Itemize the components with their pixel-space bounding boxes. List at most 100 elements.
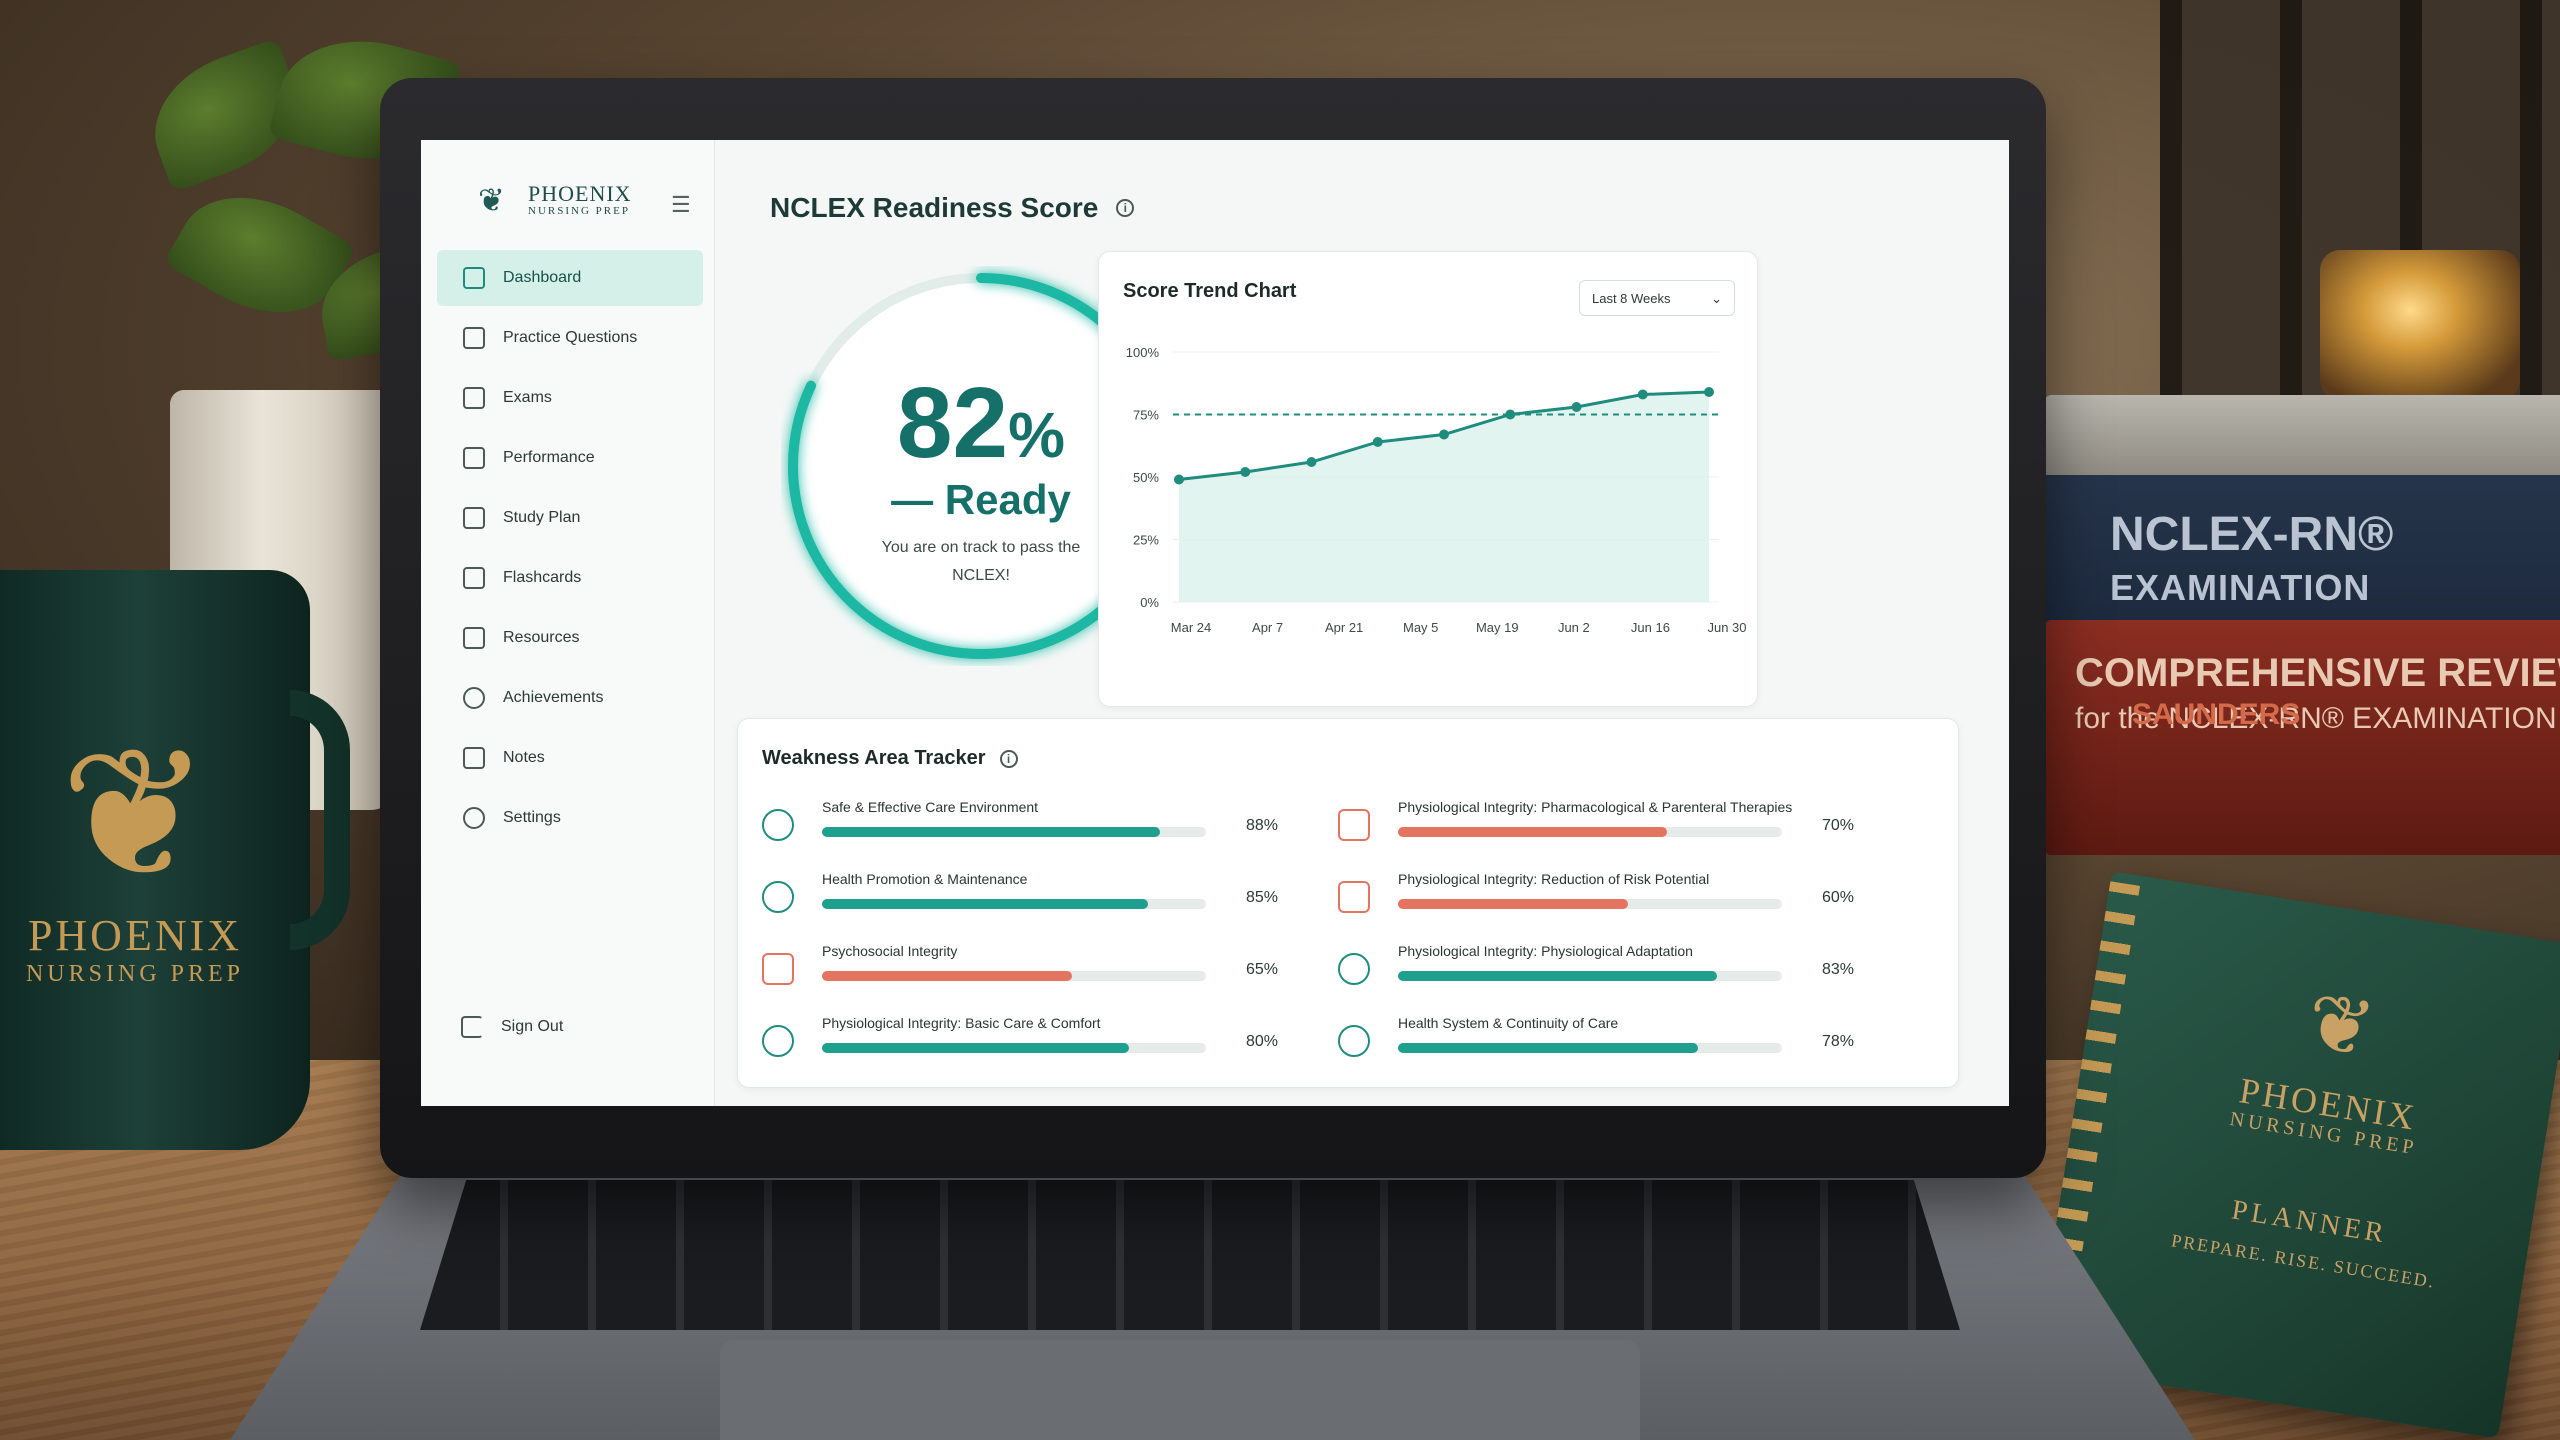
x-tick-label: Jun 30 xyxy=(1707,620,1746,635)
progress-track xyxy=(1398,827,1782,837)
trend-point[interactable] xyxy=(1240,467,1251,477)
sidebar-item-flashcards[interactable]: Flashcards xyxy=(437,550,703,606)
range-select[interactable]: Last 8 Weeks ⌄ xyxy=(1579,280,1735,316)
info-icon[interactable]: i xyxy=(1116,199,1135,217)
bar-chart-icon xyxy=(463,447,485,469)
progress-track xyxy=(1398,899,1782,909)
sidebar-item-performance[interactable]: Performance xyxy=(437,430,703,486)
sidebar-item-label: Practice Questions xyxy=(503,329,638,346)
weakness-percent: 83% xyxy=(1822,961,1855,978)
sidebar-item-label: Achievements xyxy=(503,689,604,706)
calendar-icon xyxy=(463,507,485,529)
trend-point[interactable] xyxy=(1704,387,1714,397)
trend-point[interactable] xyxy=(1372,437,1383,447)
weakness-item[interactable]: Physiological Integrity: Basic Care & Co… xyxy=(762,1013,1302,1073)
sidebar-item-label: Resources xyxy=(503,629,580,646)
sign-out-icon xyxy=(461,1016,483,1038)
gear-icon xyxy=(463,807,485,829)
y-tick-label: 50% xyxy=(1133,470,1159,485)
progress-fill xyxy=(1398,899,1629,909)
trend-point[interactable] xyxy=(1505,409,1516,420)
document-icon xyxy=(463,327,485,349)
sidebar-item-achievements[interactable]: Achievements xyxy=(437,670,703,726)
sidebar-item-exams[interactable]: Exams xyxy=(437,370,703,426)
weakness-item[interactable]: Physiological Integrity: Physiological A… xyxy=(1338,941,1878,1001)
hospital-icon xyxy=(1338,1025,1370,1057)
weakness-label: Physiological Integrity: Basic Care & Co… xyxy=(822,1015,1101,1031)
weakness-item[interactable]: Safe & Effective Care Environment 88% xyxy=(762,797,1302,857)
progress-track xyxy=(822,971,1206,981)
trend-point[interactable] xyxy=(1306,457,1317,467)
weakness-item[interactable]: Health System & Continuity of Care 78% xyxy=(1338,1013,1878,1073)
weakness-percent: 60% xyxy=(1822,889,1855,906)
weakness-percent: 85% xyxy=(1246,889,1279,906)
sidebar-item-label: Flashcards xyxy=(503,569,582,586)
book-stack: NCLEX-RN® EXAMINATION SAUNDERS COMPREHEN… xyxy=(2045,395,2560,865)
y-tick-label: 25% xyxy=(1133,533,1159,548)
trend-point[interactable] xyxy=(1637,389,1648,400)
progress-fill xyxy=(822,971,1072,981)
sidebar-item-settings[interactable]: Settings xyxy=(437,790,703,846)
weakness-item[interactable]: Physiological Integrity: Reduction of Ri… xyxy=(1338,869,1878,929)
care-icon xyxy=(762,1025,794,1057)
page-title: NCLEX Readiness Score xyxy=(770,192,1099,223)
trend-area xyxy=(1179,392,1709,602)
progress-track xyxy=(822,1043,1206,1053)
weakness-tracker-card: Weakness Area Tracker i Safe & Effective… xyxy=(737,718,1959,1088)
trend-title: Score Trend Chart xyxy=(1123,280,1297,302)
weakness-item[interactable]: Health Promotion & Maintenance 85% xyxy=(762,869,1302,929)
sidebar-item-resources[interactable]: Resources xyxy=(437,610,703,666)
award-icon xyxy=(463,687,485,709)
sidebar-item-label: Dashboard xyxy=(503,269,582,286)
brain-icon xyxy=(762,953,794,985)
trend-point[interactable] xyxy=(1174,474,1184,485)
weakness-percent: 80% xyxy=(1246,1033,1279,1050)
app-screen: ❦ PHOENIX NURSING PREP ☰ Dashboard Pract… xyxy=(421,140,2009,1106)
candle xyxy=(2320,250,2520,400)
mug-logo: ❦ PHOENIX NURSING PREP xyxy=(10,720,260,1040)
trackpad xyxy=(720,1340,1640,1440)
info-icon[interactable]: i xyxy=(999,749,1018,768)
trend-point[interactable] xyxy=(1439,429,1449,440)
trend-point[interactable] xyxy=(1571,402,1582,412)
x-tick-label: Apr 7 xyxy=(1252,620,1283,635)
sidebar-nav: Dashboard Practice Questions Exams Perfo… xyxy=(437,250,703,850)
hamburger-menu-icon[interactable]: ☰ xyxy=(671,192,691,218)
book-icon xyxy=(463,627,485,649)
x-tick-label: Jun 2 xyxy=(1558,620,1590,635)
nclex-book: NCLEX-RN® EXAMINATION xyxy=(2045,395,2560,625)
progress-fill xyxy=(822,899,1149,909)
weakness-percent: 88% xyxy=(1246,817,1279,834)
sidebar-item-label: Notes xyxy=(503,749,545,766)
brand-logo[interactable]: ❦ PHOENIX NURSING PREP xyxy=(478,182,632,218)
x-tick-label: May 5 xyxy=(1403,620,1438,635)
sidebar-item-label: Study Plan xyxy=(503,509,581,526)
cards-icon xyxy=(463,567,485,589)
notes-icon xyxy=(463,747,485,769)
score-unit: % xyxy=(1008,399,1066,471)
weakness-item[interactable]: Physiological Integrity: Pharmacological… xyxy=(1338,797,1878,857)
book2-brand: SAUNDERS xyxy=(2132,698,2301,731)
chevron-down-icon: ⌄ xyxy=(1711,291,1722,306)
weakness-label: Physiological Integrity: Pharmacological… xyxy=(1398,799,1793,815)
weakness-label: Physiological Integrity: Physiological A… xyxy=(1398,943,1693,959)
sign-out-button[interactable]: Sign Out xyxy=(461,1016,563,1038)
progress-fill xyxy=(822,1043,1130,1053)
sign-out-label: Sign Out xyxy=(501,1018,564,1035)
home-icon xyxy=(463,267,485,289)
phoenix-icon: ❦ xyxy=(478,182,505,218)
sidebar-item-practice-questions[interactable]: Practice Questions xyxy=(437,310,703,366)
trend-chart: 100% 75% 50% 25% 0% Mar 24 Apr 7 Apr 21 May 5 May… xyxy=(1126,345,1747,635)
shield-plus-icon xyxy=(762,809,794,841)
sidebar-item-notes[interactable]: Notes xyxy=(437,730,703,786)
y-tick-label: 75% xyxy=(1133,408,1159,423)
sidebar-item-study-plan[interactable]: Study Plan xyxy=(437,490,703,546)
weakness-label: Psychosocial Integrity xyxy=(822,943,958,959)
y-tick-label: 100% xyxy=(1126,345,1160,360)
calendar-check-icon xyxy=(463,387,485,409)
weakness-item[interactable]: Psychosocial Integrity 65% xyxy=(762,941,1302,1001)
progress-fill xyxy=(1398,827,1667,837)
sidebar-item-dashboard[interactable]: Dashboard xyxy=(437,250,703,306)
mug-text-1: PHOENIX xyxy=(27,911,243,960)
phoenix-icon: ❦ xyxy=(59,710,211,919)
